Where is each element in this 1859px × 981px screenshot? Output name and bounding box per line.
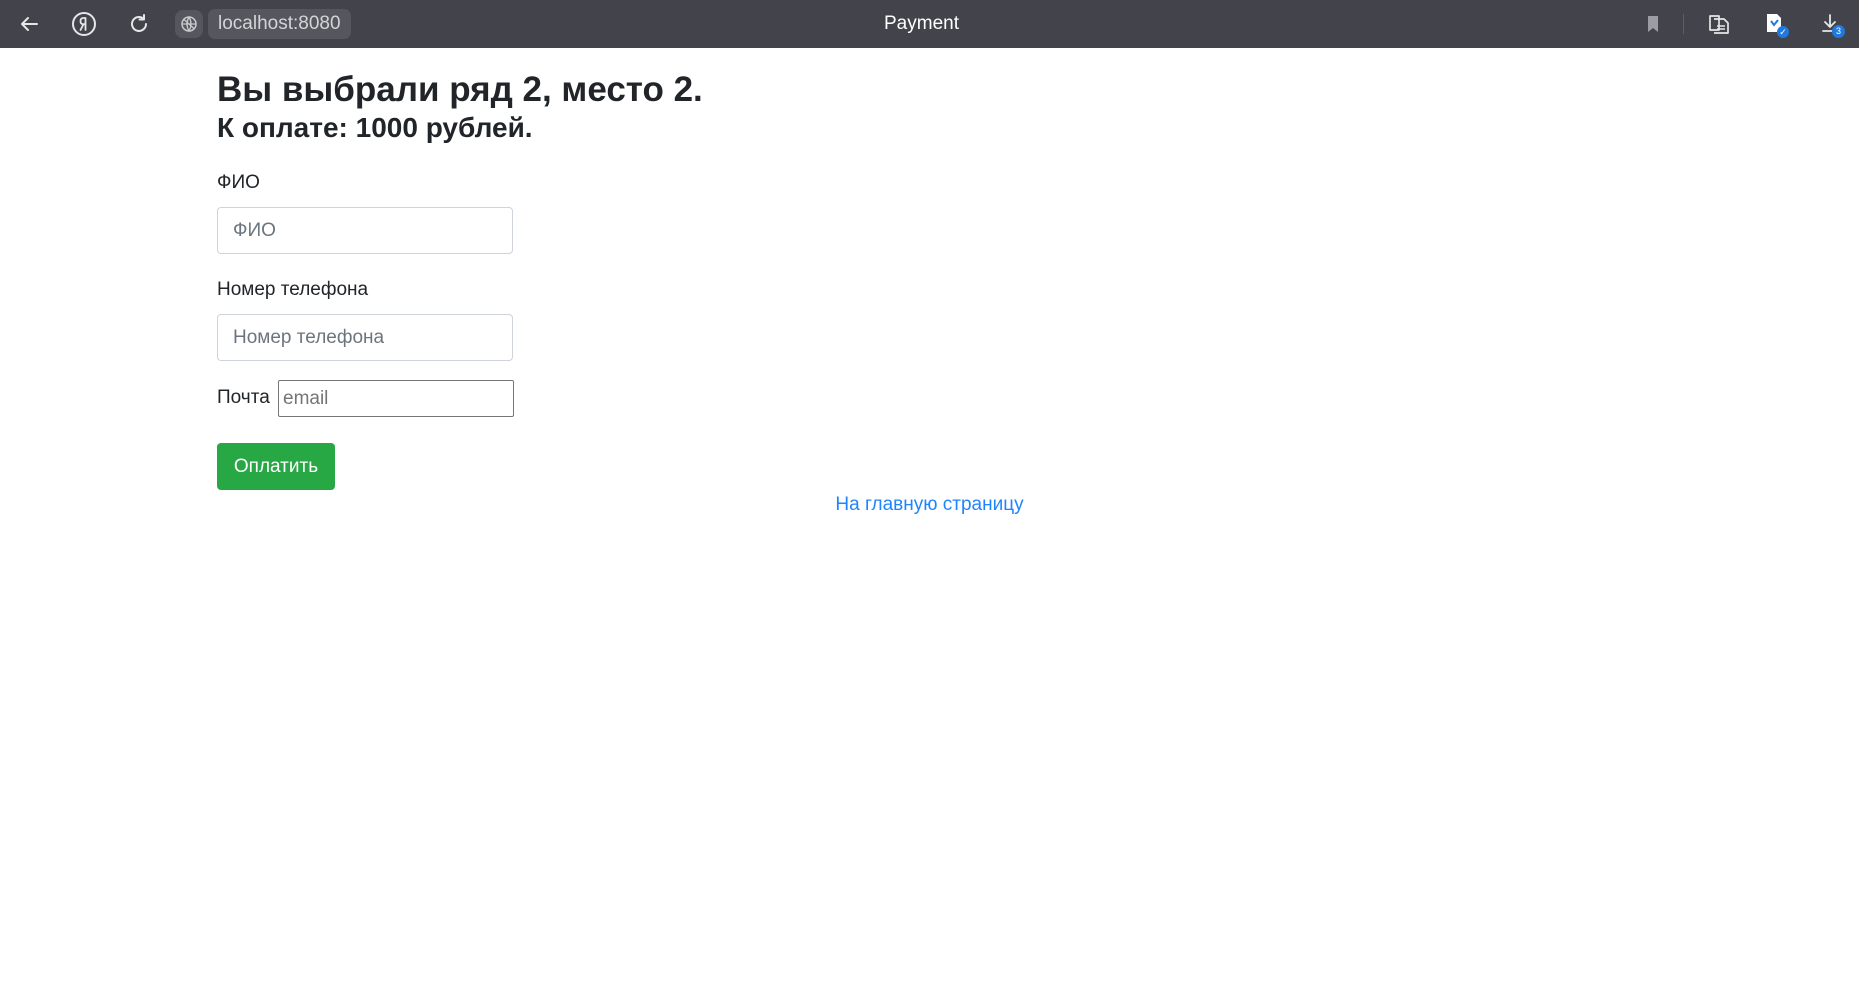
pay-button[interactable]: Оплатить	[217, 443, 335, 490]
extension-check-badge: ✓	[1777, 26, 1789, 38]
home-link[interactable]: На главную страницу	[0, 494, 1859, 516]
reader-mode-icon[interactable]	[1703, 8, 1735, 40]
amount-due: К оплате: 1000 рублей.	[217, 112, 533, 143]
tab-title: Payment	[884, 13, 959, 34]
email-label: Почта	[217, 387, 270, 408]
phone-label: Номер телефона	[217, 279, 369, 300]
extension-icon[interactable]: ✓	[1759, 8, 1791, 40]
email-field[interactable]	[278, 380, 514, 417]
phone-field[interactable]	[217, 314, 513, 361]
name-label: ФИО	[217, 172, 260, 193]
page-title: Вы выбрали ряд 2, место 2.	[217, 70, 703, 109]
name-field[interactable]	[217, 207, 513, 254]
downloads-icon[interactable]: 3	[1815, 8, 1847, 40]
payment-page: Вы выбрали ряд 2, место 2. К оплате: 100…	[0, 48, 1859, 981]
browser-toolbar: localhost:8080 Payment ✓ 3	[0, 0, 1859, 48]
toolbar-divider	[1683, 14, 1684, 34]
bookmark-icon[interactable]	[1637, 8, 1669, 40]
downloads-count-badge: 3	[1832, 25, 1845, 38]
